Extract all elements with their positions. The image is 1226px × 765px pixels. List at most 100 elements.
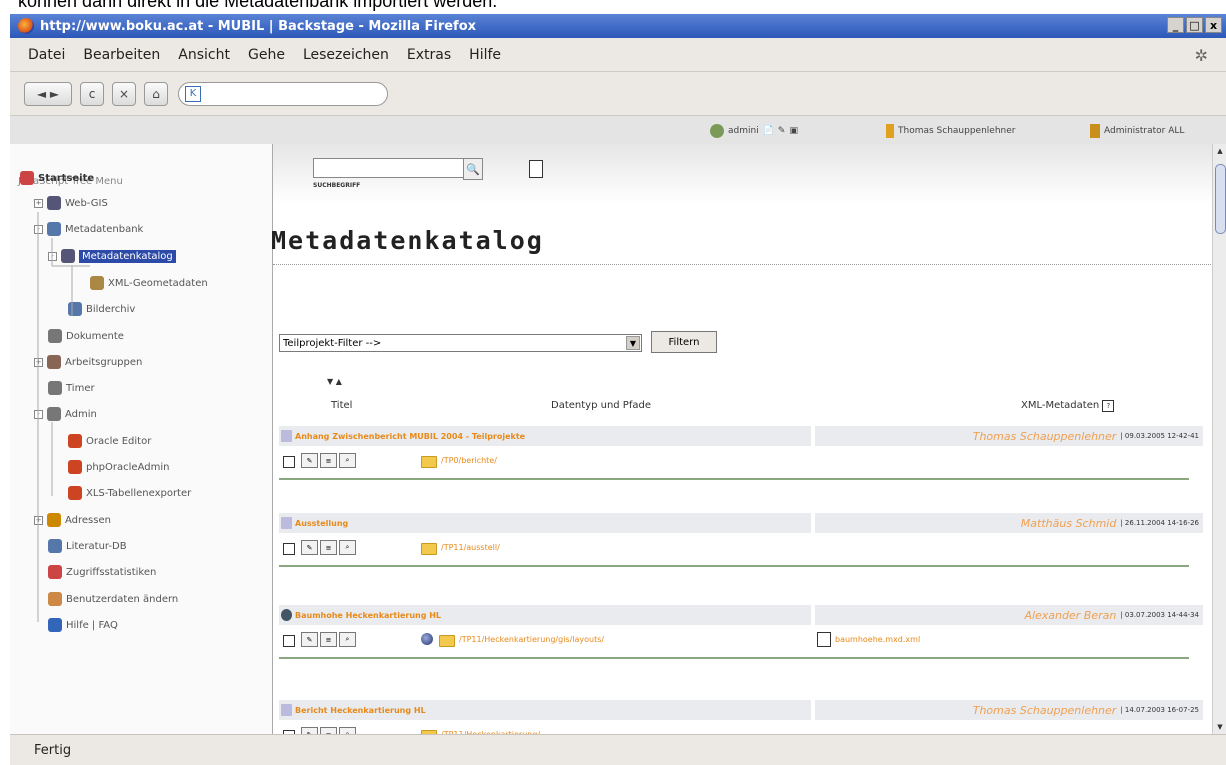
menu-datei[interactable]: Datei <box>28 47 65 63</box>
tree-item-icon <box>47 355 61 369</box>
row-path-link[interactable]: /TP0/berichte/ <box>441 456 497 465</box>
details-icon[interactable]: ≡ <box>320 453 337 468</box>
sort-arrows[interactable]: ▼ ▲ <box>327 377 342 386</box>
tree-item[interactable]: - Admin <box>34 407 97 421</box>
tree-item-label: XML-Geometadaten <box>108 277 208 289</box>
row-author[interactable]: Thomas Schauppenlehner <box>973 430 1117 443</box>
pen-icon[interactable]: ✎ <box>778 126 786 136</box>
edit-icon[interactable]: ✎ <box>301 540 318 555</box>
new-document-icon[interactable] <box>529 160 543 178</box>
tree-item[interactable]: phpOracleAdmin <box>68 460 169 474</box>
scroll-thumb[interactable] <box>1215 164 1226 234</box>
row-title-link[interactable]: Ausstellung <box>295 519 348 528</box>
row-author-cell: Matthäus Schmid | 26.11.2004 14-16-26 <box>815 513 1203 533</box>
menu-ansicht[interactable]: Ansicht <box>178 47 230 63</box>
tree-item[interactable]: Hilfe | FAQ <box>48 618 118 632</box>
menu-lesezeichen[interactable]: Lesezeichen <box>303 47 389 63</box>
search-button[interactable]: 🔍 <box>463 158 483 180</box>
row-date-value: 14.07.2003 16-07-25 <box>1124 706 1199 714</box>
collapse-icon[interactable]: - <box>34 409 43 419</box>
tree-item[interactable]: + Arbeitsgruppen <box>34 355 142 369</box>
expand-icon[interactable]: + <box>34 515 43 525</box>
tree-item[interactable]: Benutzerdaten ändern <box>48 592 178 606</box>
tree-item[interactable]: Zugriffsstatistiken <box>48 565 156 579</box>
edit-icon[interactable]: ✎ <box>301 453 318 468</box>
project-filter-select[interactable]: Teilprojekt-Filter --> ▼ <box>279 334 642 352</box>
row-path-link[interactable]: /TP11/ausstell/ <box>441 543 500 552</box>
row-divider <box>279 478 1189 480</box>
tree-menu: JavaScript Tree Menu Startseite + Web-GIS -… <box>10 144 272 734</box>
tree-item-label: Web-GIS <box>65 197 108 209</box>
edit-icon[interactable]: ✎ <box>301 632 318 647</box>
row-author[interactable]: Alexander Beran <box>1024 609 1116 622</box>
collapse-icon[interactable]: - <box>34 224 43 234</box>
tree-item[interactable]: XLS-Tabellenexporter <box>68 486 191 500</box>
url-input[interactable] <box>201 85 375 102</box>
scroll-up-arrow[interactable]: ▲ <box>1213 144 1226 158</box>
row-checkbox[interactable] <box>283 635 295 647</box>
tree-item[interactable]: - Metadatenkatalog <box>48 249 176 263</box>
row-checkbox[interactable] <box>283 456 295 468</box>
row-title-link[interactable]: Anhang Zwischenbericht MUBIL 2004 - Teil… <box>295 432 525 441</box>
tree-item-icon <box>61 249 75 263</box>
admin-status[interactable]: admini 📄 ✎ ▣ <box>710 124 798 138</box>
vertical-scrollbar[interactable]: ▲ ▼ <box>1212 144 1226 734</box>
row-author[interactable]: Thomas Schauppenlehner <box>973 704 1117 717</box>
filter-button[interactable]: Filtern <box>651 331 717 353</box>
close-button[interactable]: x <box>1205 17 1222 33</box>
details-icon[interactable]: ≡ <box>320 540 337 555</box>
expand-icon[interactable]: + <box>34 198 43 208</box>
minimize-button[interactable]: _ <box>1167 17 1184 33</box>
throbber-icon: ✲ <box>1194 46 1208 65</box>
tree-item[interactable]: Timer <box>48 381 95 395</box>
row-author[interactable]: Matthäus Schmid <box>1021 517 1117 530</box>
row-title-link[interactable]: Bericht Heckenkartierung HL <box>295 706 426 715</box>
web-gis-icon[interactable] <box>421 633 433 645</box>
xml-file-link[interactable]: baumhoehe.mxd.xml <box>835 635 920 644</box>
reload-button[interactable]: c <box>80 81 104 106</box>
menu-bearbeiten[interactable]: Bearbeiten <box>83 47 160 63</box>
tree-item-icon <box>48 592 62 606</box>
search-icon[interactable]: ⌕ <box>339 453 356 468</box>
tree-item-icon <box>48 539 62 553</box>
back-forward-button[interactable]: ◄ ► <box>24 81 72 106</box>
tree-item[interactable]: + Adressen <box>34 513 111 527</box>
row-buttons: ✎≡⌕ <box>301 540 356 555</box>
menu-gehe[interactable]: Gehe <box>248 47 285 63</box>
tree-item-label: Benutzerdaten ändern <box>66 593 179 605</box>
row-title-link[interactable]: Baumhohe Heckenkartierung HL <box>295 611 441 620</box>
url-bar[interactable]: K <box>178 81 388 106</box>
search-icon[interactable]: ⌕ <box>339 632 356 647</box>
details-icon[interactable]: ≡ <box>320 632 337 647</box>
tree-item[interactable]: Literatur-DB <box>48 539 127 553</box>
column-xml: XML-Metadaten ? <box>1021 400 1115 412</box>
tree-item[interactable]: + Web-GIS <box>34 196 108 210</box>
tree-item-icon <box>68 460 82 474</box>
doc-icon[interactable]: 📄 <box>763 126 774 136</box>
tree-item[interactable]: Startseite <box>20 171 94 185</box>
tree-item[interactable]: Dokumente <box>48 329 124 343</box>
tree-item[interactable]: Oracle Editor <box>68 434 151 448</box>
search-icon[interactable]: ⌕ <box>339 540 356 555</box>
scroll-down-arrow[interactable]: ▼ <box>1213 720 1226 734</box>
window-title: http://www.boku.ac.at - MUBIL | Backstag… <box>40 18 477 34</box>
tree-item[interactable]: XML-Geometadaten <box>90 276 208 290</box>
row-checkbox[interactable] <box>283 543 295 555</box>
home-button[interactable]: ⌂ <box>144 81 168 106</box>
menu-extras[interactable]: Extras <box>407 47 451 63</box>
menu-hilfe[interactable]: Hilfe <box>469 47 501 63</box>
maximize-button[interactable]: □ <box>1186 17 1203 33</box>
tree-item[interactable]: - Metadatenbank <box>34 222 143 236</box>
stop-button[interactable]: × <box>112 81 136 106</box>
search-input[interactable] <box>313 158 463 178</box>
xml-info-icon[interactable]: ? <box>1102 400 1115 412</box>
caption-text: können dann direkt in die Metadatenbank … <box>18 0 498 11</box>
row-path-link[interactable]: /TP11/Heckenkartierung/gis/layouts/ <box>459 635 604 644</box>
admin-label: admini <box>728 126 759 136</box>
user-name: Thomas Schauppenlehner <box>898 126 1016 136</box>
tree-item[interactable]: Bilderchiv <box>68 302 135 316</box>
expand-icon[interactable]: + <box>34 357 43 367</box>
chevron-down-icon[interactable]: ▼ <box>626 336 640 350</box>
collapse-icon[interactable]: - <box>48 251 57 261</box>
save-icon[interactable]: ▣ <box>789 126 798 136</box>
